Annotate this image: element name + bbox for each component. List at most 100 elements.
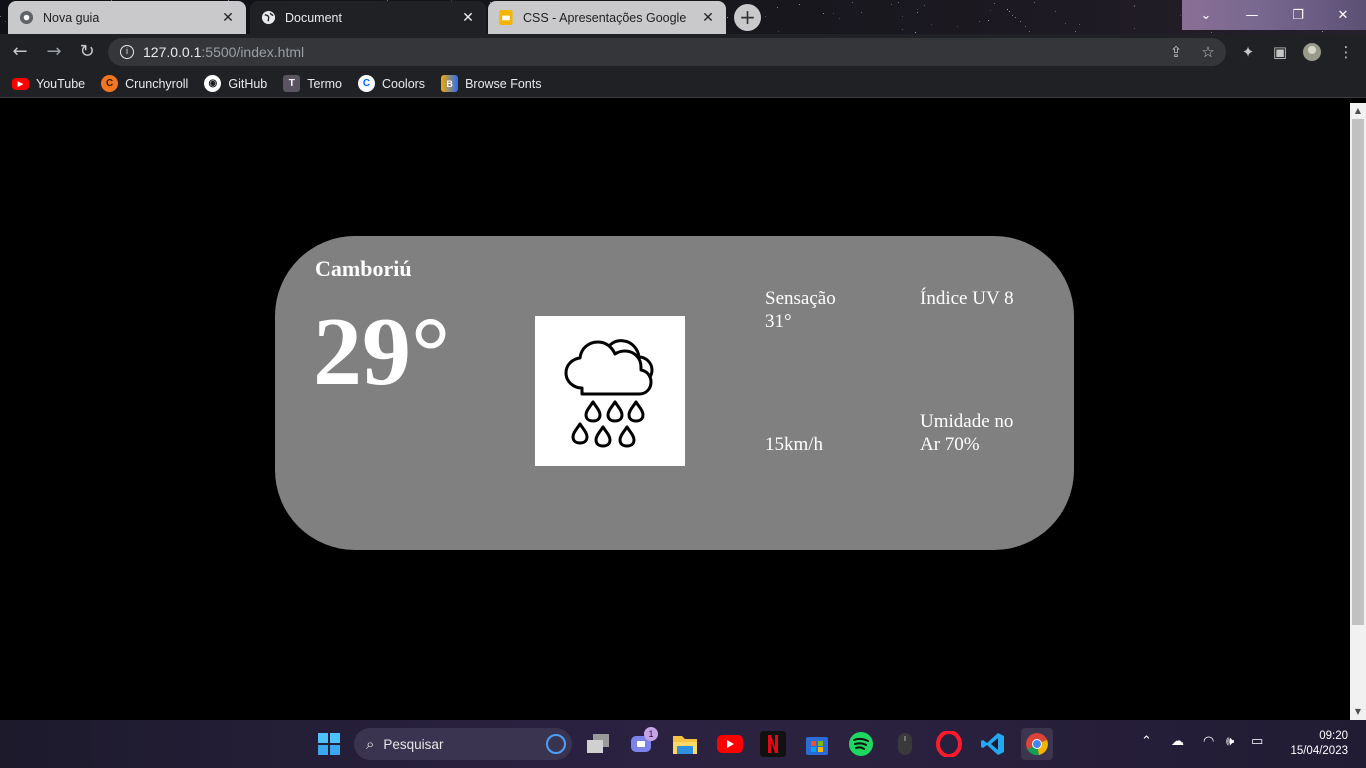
bookmark-star-icon[interactable]: ☆ bbox=[1196, 38, 1220, 66]
volume-icon[interactable]: 🕪 bbox=[1226, 734, 1234, 749]
youtube-app-icon[interactable] bbox=[714, 728, 746, 760]
star bbox=[1012, 15, 1013, 16]
site-info-icon[interactable]: i bbox=[120, 45, 134, 59]
taskbar-clock[interactable]: 09:20 15/04/2023 bbox=[1290, 729, 1348, 759]
tab-title: Document bbox=[285, 10, 342, 25]
spotify-icon[interactable] bbox=[845, 728, 877, 760]
minimize-icon[interactable]: — bbox=[1229, 0, 1275, 30]
star bbox=[1180, 15, 1181, 16]
star bbox=[1020, 21, 1021, 22]
vscode-icon[interactable] bbox=[977, 728, 1009, 760]
star bbox=[990, 10, 991, 11]
star bbox=[902, 29, 903, 30]
side-panel-icon[interactable]: ▣ bbox=[1268, 38, 1292, 66]
star bbox=[1034, 2, 1035, 3]
bookmark-crunchyroll[interactable]: C Crunchyroll bbox=[101, 75, 188, 92]
forward-icon[interactable]: → bbox=[42, 40, 66, 64]
battery-icon[interactable]: ▭ bbox=[1251, 734, 1263, 749]
star bbox=[1065, 23, 1066, 24]
close-tab-icon[interactable]: ✕ bbox=[220, 10, 236, 26]
scroll-down-icon[interactable]: ▼ bbox=[1350, 704, 1366, 720]
close-tab-icon[interactable]: ✕ bbox=[460, 10, 476, 26]
taskbar-search[interactable]: ⌕ Pesquisar bbox=[354, 728, 572, 760]
star bbox=[1029, 31, 1030, 32]
weather-card: Camboriú 29° Sensação 31° Índice UV 8 15… bbox=[275, 236, 1074, 550]
back-icon[interactable]: ← bbox=[8, 40, 32, 64]
star bbox=[898, 2, 899, 3]
wifi-icon[interactable]: ◠ bbox=[1203, 734, 1214, 749]
address-bar[interactable]: i 127.0.0.1:5500/index.html bbox=[108, 38, 1226, 66]
netflix-icon[interactable] bbox=[757, 728, 789, 760]
bing-icon bbox=[546, 734, 566, 754]
feels-like-value: 31° bbox=[765, 311, 792, 332]
bookmark-youtube[interactable]: ▶ YouTube bbox=[12, 77, 85, 91]
bookmark-label: Coolors bbox=[381, 76, 426, 91]
tab-search-icon[interactable]: ⌄ bbox=[1183, 0, 1229, 30]
youtube-icon: ▶ bbox=[12, 77, 29, 90]
tray-chevron-icon[interactable]: ⌃ bbox=[1141, 734, 1152, 749]
coolors-icon: C bbox=[357, 75, 375, 92]
clock-date: 15/04/2023 bbox=[1290, 745, 1348, 757]
extensions-icon[interactable]: ✦ bbox=[1236, 38, 1260, 66]
star bbox=[915, 32, 916, 33]
microsoft-store-icon[interactable] bbox=[801, 728, 833, 760]
star bbox=[1134, 6, 1135, 7]
star bbox=[1055, 11, 1056, 12]
star bbox=[823, 13, 824, 14]
tab-css-slides[interactable]: CSS - Apresentações Google ✕ bbox=[488, 1, 726, 34]
windows-start-icon[interactable] bbox=[313, 728, 345, 760]
star bbox=[924, 5, 925, 6]
restore-icon[interactable]: ❐ bbox=[1275, 0, 1321, 30]
github-icon: ◉ bbox=[204, 75, 222, 92]
windows-taskbar: ⌕ Pesquisar 1 ⌃ ☁ ◠ 🕪 ▭ 09:20 15/04/2023 bbox=[0, 720, 1366, 768]
close-tab-icon[interactable]: ✕ bbox=[700, 10, 716, 26]
tab-title: CSS - Apresentações Google bbox=[523, 10, 687, 25]
menu-icon[interactable]: ⋮ bbox=[1334, 38, 1358, 66]
star bbox=[1009, 11, 1010, 12]
search-placeholder: Pesquisar bbox=[383, 736, 444, 752]
file-explorer-icon[interactable] bbox=[669, 728, 701, 760]
weather-icon-box bbox=[535, 316, 685, 466]
star bbox=[5, 21, 6, 22]
tab-title: Nova guia bbox=[43, 10, 100, 25]
star bbox=[799, 4, 800, 5]
globe-icon bbox=[260, 10, 276, 26]
mouse-app-icon[interactable] bbox=[889, 728, 921, 760]
star bbox=[957, 26, 958, 27]
bookmark-github[interactable]: ◉ GitHub bbox=[204, 75, 267, 92]
scrollbar-thumb[interactable] bbox=[1352, 119, 1364, 625]
star bbox=[1134, 28, 1135, 29]
star bbox=[765, 16, 766, 17]
star bbox=[777, 7, 778, 8]
feels-like-label: Sensação bbox=[765, 288, 836, 309]
bookmark-termo[interactable]: T Termo bbox=[283, 75, 342, 92]
humidity: Umidade no Ar 70% bbox=[920, 410, 1013, 456]
star bbox=[0, 16, 1, 17]
profile-avatar[interactable] bbox=[1300, 38, 1324, 66]
chrome-taskbar-icon[interactable] bbox=[1021, 728, 1053, 760]
uv-index: Índice UV 8 bbox=[920, 288, 1014, 309]
wind-speed: 15km/h bbox=[765, 434, 824, 455]
reload-icon[interactable]: ↻ bbox=[75, 40, 99, 64]
tab-nova-guia[interactable]: Nova guia ✕ bbox=[8, 1, 246, 34]
star bbox=[979, 21, 980, 22]
bookmark-browse-fonts[interactable]: B Browse Fonts bbox=[441, 75, 541, 92]
star bbox=[852, 2, 853, 3]
search-icon: ⌕ bbox=[366, 735, 375, 753]
onedrive-icon[interactable]: ☁ bbox=[1171, 734, 1184, 749]
bookmark-coolors[interactable]: C Coolors bbox=[357, 75, 426, 92]
google-slides-icon bbox=[498, 10, 514, 26]
vertical-scrollbar[interactable]: ▲ ▼ bbox=[1350, 103, 1366, 720]
scroll-up-icon[interactable]: ▲ bbox=[1350, 103, 1366, 119]
teams-chat-icon[interactable]: 1 bbox=[626, 727, 658, 760]
star bbox=[902, 16, 903, 17]
new-tab-button[interactable]: + bbox=[734, 4, 761, 31]
task-view-icon[interactable] bbox=[582, 728, 614, 760]
opera-icon[interactable] bbox=[933, 728, 965, 760]
close-window-icon[interactable]: ✕ bbox=[1320, 0, 1366, 30]
share-icon[interactable]: ⇪ bbox=[1164, 38, 1188, 66]
teams-badge: 1 bbox=[644, 727, 658, 741]
address-path: :5500/index.html bbox=[201, 44, 305, 60]
tab-document[interactable]: Document ✕ bbox=[250, 1, 486, 34]
star bbox=[988, 20, 989, 21]
